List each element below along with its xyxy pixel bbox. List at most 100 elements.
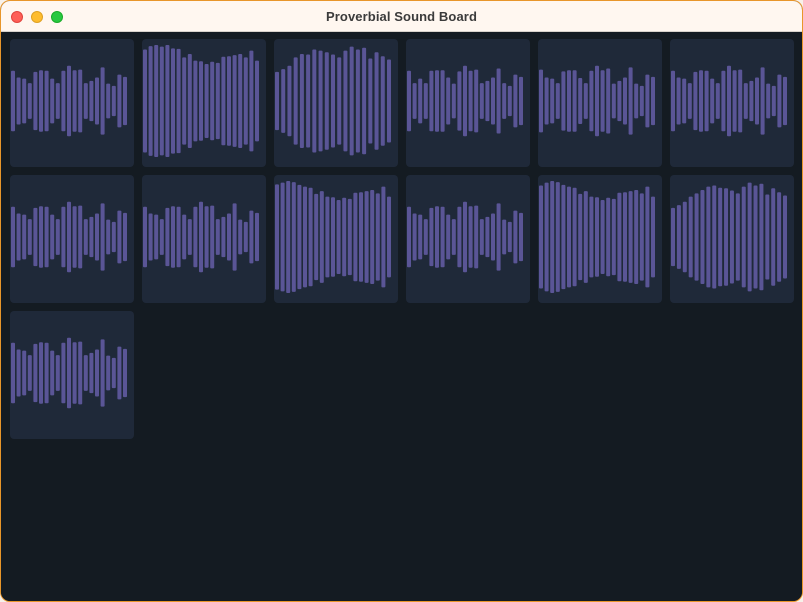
waveform-bar: [33, 343, 38, 403]
waveform-bar: [364, 191, 369, 283]
waveform-bar: [572, 70, 577, 132]
waveform-icon: [275, 181, 391, 293]
waveform-bar: [83, 355, 88, 391]
sound-tile[interactable]: [142, 39, 266, 167]
waveform-bar: [418, 214, 423, 260]
waveform-bar: [759, 183, 764, 291]
waveform-bar: [783, 195, 787, 279]
waveform-bar: [474, 69, 479, 133]
waveform-bar: [215, 219, 220, 255]
waveform-bar: [440, 70, 445, 132]
waveform-icon: [275, 46, 391, 156]
waveform-bar: [502, 83, 507, 119]
waveform-bar: [721, 70, 726, 132]
waveform-bar: [106, 355, 111, 391]
waveform-bar: [11, 206, 15, 268]
sound-tile[interactable]: [670, 175, 794, 303]
waveform-bar: [583, 83, 588, 119]
waveform-bar: [187, 53, 192, 149]
sound-tile[interactable]: [142, 175, 266, 303]
waveform-bar: [617, 80, 622, 122]
waveform-bar: [182, 214, 187, 260]
waveform-bar: [446, 214, 451, 260]
waveform-bar: [513, 74, 518, 128]
waveform-bar: [600, 200, 605, 274]
waveform-bar: [22, 350, 27, 396]
waveform-bar: [55, 355, 60, 391]
waveform-bar: [78, 341, 83, 405]
waveform-bar: [182, 57, 187, 145]
waveform-bar: [193, 60, 198, 142]
waveform-bar: [117, 346, 122, 400]
waveform-icon: [11, 337, 127, 409]
waveform-bar: [682, 201, 687, 273]
sound-tile[interactable]: [10, 311, 134, 439]
waveform-bar: [771, 188, 776, 286]
waveform-icon: [407, 201, 523, 273]
waveform-bar: [337, 57, 342, 145]
waveform-bar: [44, 70, 49, 132]
waveform-bar: [550, 181, 555, 293]
waveform-bar: [485, 80, 490, 122]
sound-tile[interactable]: [538, 39, 662, 167]
sound-tile[interactable]: [10, 175, 134, 303]
waveform-bar: [342, 197, 347, 277]
waveform-bar: [303, 186, 307, 288]
waveform-bar: [485, 216, 490, 258]
waveform-bar: [249, 50, 254, 152]
waveform-bar: [710, 78, 715, 124]
waveform-bar: [463, 201, 467, 273]
waveform-bar: [165, 45, 170, 157]
waveform-bar: [106, 219, 111, 255]
waveform-bar: [645, 74, 650, 128]
waveform-bar: [39, 206, 43, 268]
waveform-bar: [687, 83, 692, 119]
waveform-bar: [429, 207, 434, 267]
waveform-bar: [519, 212, 523, 262]
waveform-bar: [412, 83, 417, 119]
waveform-bar: [519, 76, 523, 126]
waveform-bar: [72, 70, 77, 132]
title-bar[interactable]: Proverbial Sound Board: [1, 1, 802, 32]
waveform-bar: [749, 80, 754, 122]
waveform-bar: [343, 50, 348, 152]
waveform-bar: [375, 193, 380, 281]
waveform-bar: [123, 348, 127, 398]
waveform-bar: [457, 206, 462, 268]
waveform-bar: [61, 206, 66, 268]
waveform-bar: [539, 69, 543, 133]
waveform-bar: [193, 206, 198, 268]
waveform-bar: [418, 78, 423, 124]
waveform-bar: [651, 76, 655, 126]
waveform-bar: [561, 71, 566, 131]
waveform-bar: [187, 219, 192, 255]
waveform-bar: [347, 198, 352, 276]
waveform-bar: [606, 68, 611, 134]
sound-tile-grid: [10, 39, 795, 439]
sound-tile[interactable]: [274, 175, 398, 303]
waveform-bar: [22, 214, 27, 260]
waveform-bar: [423, 83, 428, 119]
sound-tile[interactable]: [10, 39, 134, 167]
waveform-bar: [407, 206, 411, 268]
waveform-bar: [634, 83, 639, 119]
waveform-bar: [555, 182, 560, 292]
sound-tile[interactable]: [670, 39, 794, 167]
waveform-bar: [83, 219, 88, 255]
sound-tile[interactable]: [406, 39, 530, 167]
waveform-bar: [249, 210, 254, 264]
waveform-bar: [440, 206, 445, 268]
sound-tile[interactable]: [538, 175, 662, 303]
waveform-bar: [423, 219, 428, 255]
waveform-bar: [623, 192, 627, 282]
waveform-bar: [159, 46, 164, 156]
waveform-bar: [243, 57, 248, 145]
waveform-bar: [628, 67, 633, 135]
sound-tile[interactable]: [406, 175, 530, 303]
waveform-bar: [368, 58, 373, 144]
waveform-bar: [61, 342, 66, 404]
sound-tile[interactable]: [274, 39, 398, 167]
waveform-bar: [766, 83, 771, 119]
waveform-bar: [314, 193, 319, 281]
waveform-bar: [72, 206, 77, 268]
